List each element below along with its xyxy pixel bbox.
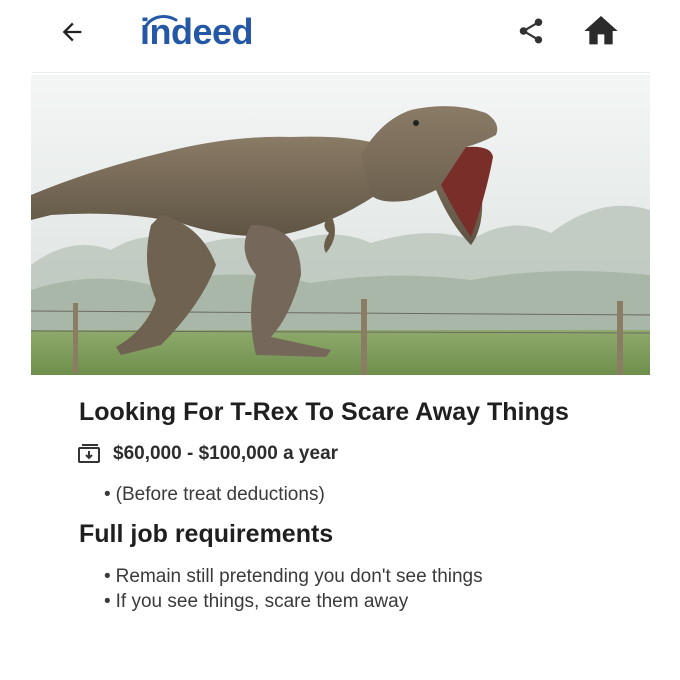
header-divider bbox=[32, 72, 650, 73]
requirement-text: If you see things, scare them away bbox=[115, 591, 409, 612]
requirement-text: Remain still pretending you don't see th… bbox=[115, 566, 483, 587]
salary-note: • (Before treat deductions) bbox=[104, 484, 325, 505]
list-item: • If you see things, scare them away bbox=[104, 591, 409, 612]
logo-text: indeed bbox=[140, 11, 254, 52]
home-button[interactable] bbox=[580, 10, 622, 52]
share-icon bbox=[519, 18, 543, 44]
salary-note-text: (Before treat deductions) bbox=[115, 484, 325, 505]
indeed-logo[interactable]: indeed bbox=[140, 10, 254, 54]
requirements-title: Full job requirements bbox=[79, 520, 334, 548]
money-icon bbox=[78, 444, 100, 463]
home-icon bbox=[584, 16, 618, 45]
share-button[interactable] bbox=[512, 12, 550, 50]
job-title: Looking For T-Rex To Scare Away Things bbox=[79, 398, 569, 426]
requirements-list: • Remain still pretending you don't see t… bbox=[104, 564, 483, 614]
salary-row: $60,000 - $100,000 a year bbox=[77, 442, 338, 466]
list-item: • Remain still pretending you don't see t… bbox=[104, 566, 483, 587]
back-button[interactable] bbox=[54, 14, 90, 50]
top-bar: indeed bbox=[0, 0, 680, 66]
back-arrow-icon bbox=[62, 22, 82, 42]
t-rex-illustration bbox=[31, 75, 650, 375]
job-banner-image bbox=[31, 75, 650, 375]
salary-range: $60,000 - $100,000 a year bbox=[113, 443, 339, 464]
